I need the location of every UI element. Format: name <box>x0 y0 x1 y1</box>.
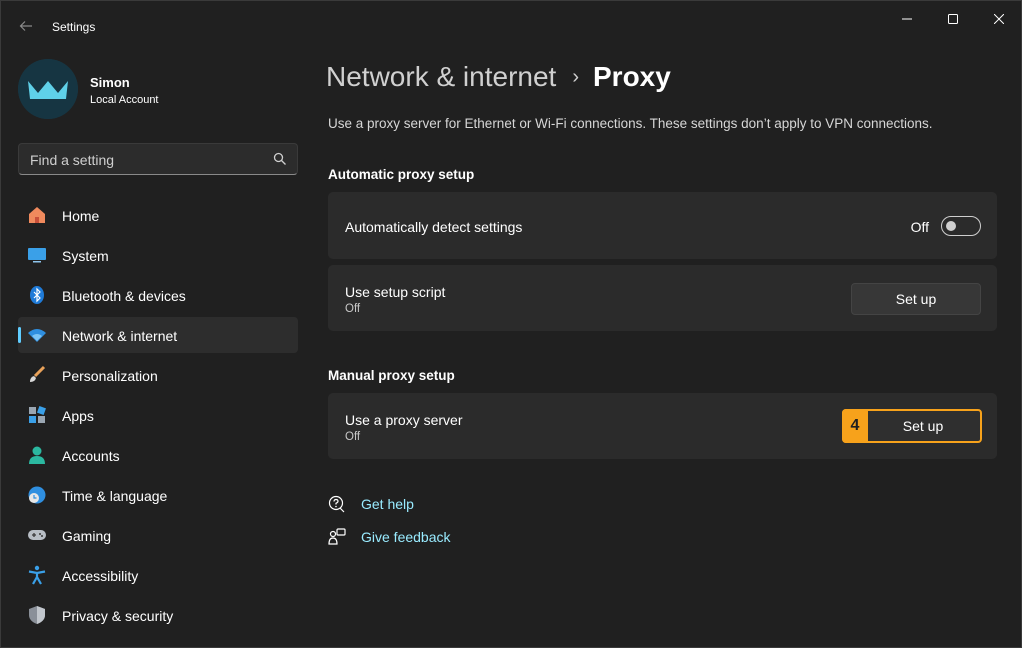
sidebar-item-time-language[interactable]: Time & language <box>18 477 298 513</box>
help-icon <box>328 495 345 513</box>
section-title-manual: Manual proxy setup <box>328 368 455 383</box>
search-icon <box>273 152 286 165</box>
sidebar-item-gaming[interactable]: Gaming <box>18 517 298 553</box>
close-button[interactable] <box>976 5 1022 33</box>
gamepad-icon <box>27 525 47 545</box>
sidebar-item-label: System <box>62 248 109 264</box>
page-description: Use a proxy server for Ethernet or Wi-Fi… <box>328 116 933 131</box>
proxy-setup-button[interactable]: 4 Set up <box>842 409 982 443</box>
proxy-server-status: Off <box>345 431 361 443</box>
title-bar: Settings <box>1 1 1022 49</box>
sidebar-item-bluetooth[interactable]: Bluetooth & devices <box>18 277 298 313</box>
chevron-right-icon: › <box>572 66 579 88</box>
maximize-button[interactable] <box>930 5 976 33</box>
sidebar-item-personalization[interactable]: Personalization <box>18 357 298 393</box>
proxy-server-label: Use a proxy server <box>345 412 463 428</box>
detect-settings-toggle[interactable] <box>941 216 981 236</box>
user-name: Simon <box>90 75 130 90</box>
give-feedback-label: Give feedback <box>361 529 451 545</box>
bluetooth-icon <box>27 285 47 305</box>
sidebar-item-label: Accounts <box>62 448 120 464</box>
feedback-icon <box>328 528 346 545</box>
settings-window: Settings Simon Local Account Find a sett… <box>0 0 1022 648</box>
breadcrumb-parent[interactable]: Network & internet <box>326 61 556 92</box>
brush-icon <box>27 365 47 385</box>
search-input[interactable]: Find a setting <box>18 143 298 175</box>
maximize-icon <box>948 14 958 24</box>
detect-settings-label: Automatically detect settings <box>345 219 523 235</box>
sidebar-item-apps[interactable]: Apps <box>18 397 298 433</box>
app-title: Settings <box>52 20 96 34</box>
accessibility-icon <box>27 565 47 585</box>
setup-script-label: Use setup script <box>345 284 446 300</box>
sidebar-item-accounts[interactable]: Accounts <box>18 437 298 473</box>
step-badge: 4 <box>842 409 868 443</box>
sidebar-item-system[interactable]: System <box>18 237 298 273</box>
avatar <box>18 59 78 119</box>
section-title-automatic: Automatic proxy setup <box>328 167 475 182</box>
shield-icon <box>27 605 47 625</box>
wifi-icon <box>27 325 47 345</box>
minimize-icon <box>902 18 912 20</box>
detect-settings-card: Automatically detect settings Off <box>328 192 997 259</box>
sidebar-item-privacy[interactable]: Privacy & security <box>18 597 298 633</box>
search-placeholder: Find a setting <box>30 152 115 168</box>
system-icon <box>27 245 47 265</box>
sidebar-item-label: Personalization <box>62 368 158 384</box>
globe-clock-icon <box>27 485 47 505</box>
sidebar-item-label: Gaming <box>62 528 112 544</box>
sidebar-item-label: Time & language <box>62 488 168 504</box>
sidebar-item-label: Apps <box>62 408 94 424</box>
account-type: Local Account <box>90 94 159 106</box>
sidebar-item-label: Network & internet <box>62 328 178 344</box>
minimize-button[interactable] <box>884 5 930 33</box>
toggle-knob <box>946 221 956 231</box>
sidebar-item-home[interactable]: Home <box>18 197 298 233</box>
accounts-icon <box>27 445 47 465</box>
back-arrow-icon <box>19 21 32 31</box>
sidebar-item-label: Bluetooth & devices <box>62 288 186 304</box>
sidebar-item-network[interactable]: Network & internet <box>18 317 298 353</box>
proxy-setup-button-label: Set up <box>902 418 944 434</box>
setup-script-status: Off <box>345 303 361 315</box>
sidebar-item-label: Home <box>62 208 100 224</box>
sidebar-item-label: Accessibility <box>62 568 139 584</box>
apps-icon <box>27 405 47 425</box>
sidebar-item-label: Privacy & security <box>62 608 174 624</box>
page-title: Proxy <box>593 61 671 92</box>
back-button[interactable] <box>15 15 37 37</box>
home-icon <box>27 205 47 225</box>
detect-settings-state: Off <box>910 219 929 235</box>
setup-script-card: Use setup script Off Set up <box>328 265 997 331</box>
breadcrumb: Network & internet › Proxy <box>326 61 671 93</box>
get-help-label: Get help <box>361 496 414 512</box>
proxy-server-card: Use a proxy server Off 4 Set up <box>328 393 997 459</box>
close-icon <box>994 14 1004 24</box>
sidebar-nav: Home System Bluetooth & devices Network … <box>18 197 298 637</box>
sidebar-item-accessibility[interactable]: Accessibility <box>18 557 298 593</box>
setup-script-button[interactable]: Set up <box>851 283 981 315</box>
